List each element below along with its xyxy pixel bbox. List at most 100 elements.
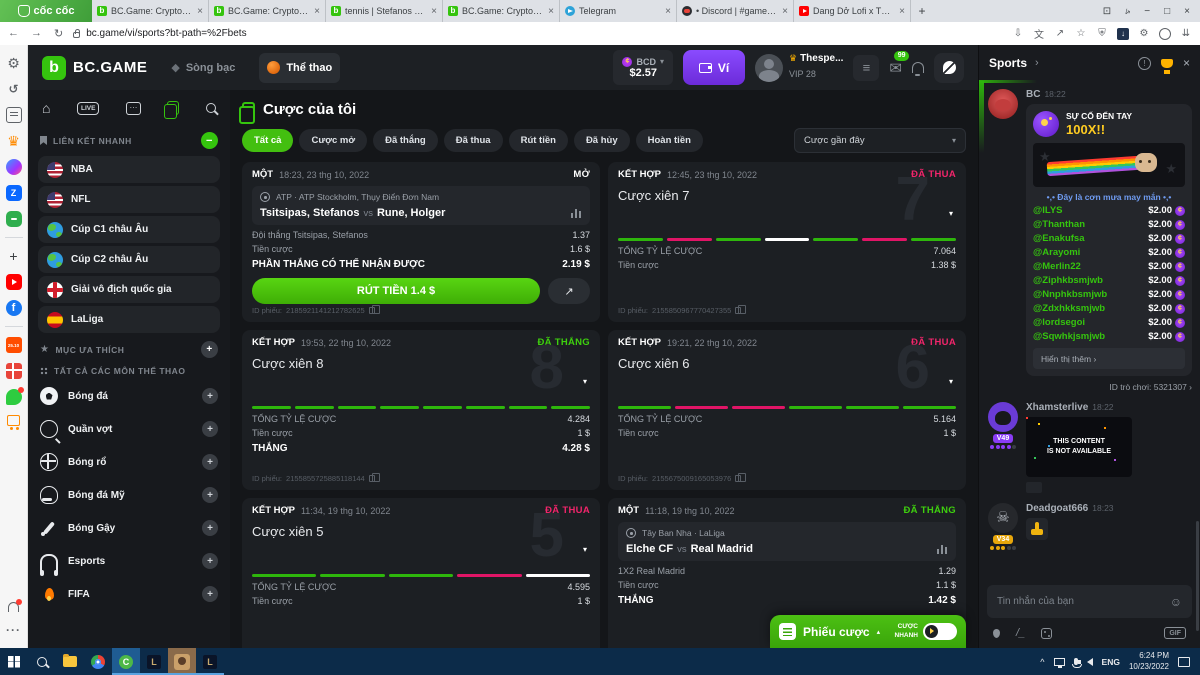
chat-input[interactable]: Tin nhắn của bạn ☺	[987, 585, 1192, 618]
hidden-icons-caret[interactable]: ^	[1040, 657, 1044, 667]
edgebar-icon[interactable]	[8, 602, 19, 612]
action-center-icon[interactable]	[1178, 657, 1190, 667]
maximize-button[interactable]: □	[1164, 6, 1170, 17]
nav-casino[interactable]: ◆ Sòng bạc	[163, 53, 243, 83]
chevron-right-icon[interactable]: ›	[1035, 57, 1039, 69]
edgebar-icon[interactable]	[6, 107, 22, 123]
collapse-minus-button[interactable]: −	[201, 132, 218, 149]
add-favorite-button[interactable]: +	[201, 341, 218, 358]
bet-card-combo[interactable]: KẾT HỢP 19:53, 22 thg 10, 2022 ĐÃ THẮNG …	[242, 330, 600, 490]
rain-user-name[interactable]: @lordsegoi	[1033, 317, 1085, 328]
edgebar-icon[interactable]	[6, 159, 22, 175]
bet-card-combo[interactable]: KẾT HỢP 19:21, 22 thg 10, 2022 ĐÃ THUA C…	[608, 330, 966, 490]
rain-user-name[interactable]: @Ziphkbsmjwb	[1033, 275, 1103, 286]
collapsed-attachment[interactable]	[1026, 482, 1042, 493]
gif-button[interactable]: GIF	[1164, 627, 1186, 639]
edgebar-icon[interactable]	[6, 81, 22, 97]
quick-bet-toggle[interactable]	[923, 623, 957, 640]
edgebar-icon[interactable]	[6, 211, 22, 227]
browser-tab[interactable]: BC.Game: Crypto Casino ×	[443, 0, 560, 22]
show-more-button[interactable]: Hiển thị thêm ›	[1033, 348, 1185, 369]
close-button[interactable]: ×	[1184, 6, 1190, 17]
bcgame-logo[interactable]: b BC.GAME	[42, 56, 147, 80]
tab-close-icon[interactable]: ×	[899, 6, 905, 17]
event-box[interactable]: Tây Ban Nha · LaLiga Elche CF vs Real Ma…	[618, 522, 956, 561]
expand-plus-icon[interactable]: +	[202, 388, 218, 404]
avatar-user[interactable]	[988, 503, 1018, 533]
game-id-link[interactable]: ID trò chơi: 5321307 ›	[1026, 382, 1192, 392]
tab-close-icon[interactable]: ×	[548, 6, 554, 17]
edgebar-icon[interactable]	[6, 248, 22, 264]
chevron-down-icon[interactable]: ▾	[583, 377, 587, 386]
rain-card[interactable]: SỰ CỐ ĐẾN TAY 100X!! ★ ★ •,• Đây là cơn	[1026, 104, 1192, 376]
idm-download-icon[interactable]: ↓	[1117, 28, 1129, 40]
edgebar-icon[interactable]	[6, 622, 22, 638]
dice-icon[interactable]	[1041, 628, 1052, 639]
search-icon[interactable]	[206, 103, 216, 113]
edgebar-icon[interactable]	[6, 436, 22, 602]
chat-close-icon[interactable]: ×	[1183, 56, 1190, 70]
filter-chip[interactable]: Cược mở	[299, 129, 367, 152]
browser-tab[interactable]: BC.Game: Crypto Casino ×	[92, 0, 209, 22]
stats-icon[interactable]	[937, 545, 948, 554]
expand-plus-icon[interactable]: +	[202, 421, 218, 437]
combo-box[interactable]: Cược xiên 5 5 ▾	[252, 521, 590, 577]
browser-tab[interactable]: Dang Dở Lofi x Thời tình ×	[794, 0, 911, 22]
copy-icon[interactable]	[735, 475, 741, 482]
rain-user-name[interactable]: @Zdxhkksmjwb	[1033, 303, 1105, 314]
edgebar-icon[interactable]	[5, 326, 23, 327]
minimize-button[interactable]: −	[1144, 6, 1150, 17]
restore-tab-icon[interactable]: ⭟	[1125, 6, 1130, 17]
avatar-user[interactable]	[988, 402, 1018, 432]
download-page-icon[interactable]: ⇩	[1012, 28, 1024, 40]
volume-icon[interactable]	[1087, 658, 1093, 666]
sport-item[interactable]: Quần vợt +	[40, 416, 218, 442]
tab-search-icon[interactable]: ⊡	[1103, 6, 1111, 17]
start-button[interactable]	[0, 648, 28, 675]
language-indicator[interactable]: ENG	[1102, 657, 1120, 667]
quick-link-item[interactable]: Cúp C1 châu Âu	[38, 216, 220, 243]
back-icon[interactable]: ←	[8, 27, 19, 40]
my-bets-icon[interactable]	[167, 101, 179, 115]
filter-chip[interactable]: Đã thua	[444, 129, 503, 152]
mail-icon[interactable]: ✉99	[889, 59, 902, 77]
tab-close-icon[interactable]: ×	[314, 6, 320, 17]
chat-toggle-icon[interactable]	[934, 53, 964, 83]
quick-link-item[interactable]: NBA	[38, 156, 220, 183]
filter-chip[interactable]: Rút tiền	[509, 129, 568, 152]
edgebar-icon[interactable]	[6, 389, 22, 405]
rain-user-name[interactable]: @Nnphkbsmjwb	[1033, 289, 1107, 300]
bet-card-combo[interactable]: KẾT HỢP 12:45, 23 thg 10, 2022 ĐÃ THUA C…	[608, 162, 966, 322]
active-app-icon[interactable]	[168, 648, 196, 675]
sort-dropdown[interactable]: Cược gần đây ▾	[794, 128, 966, 153]
event-box[interactable]: ATP · ATP Stockholm, Thụy Điển Đơn Nam T…	[252, 186, 590, 225]
file-explorer-icon[interactable]	[56, 648, 84, 675]
edgebar-icon[interactable]	[6, 300, 22, 316]
sport-item[interactable]: Bóng đá Mỹ +	[40, 482, 218, 508]
tab-close-icon[interactable]: ×	[665, 6, 671, 17]
rain-tip-icon[interactable]	[993, 629, 1000, 638]
sport-item[interactable]: Bóng Gậy +	[40, 515, 218, 541]
stats-icon[interactable]	[571, 209, 582, 218]
translate-icon[interactable]: 文	[1033, 28, 1045, 40]
forward-icon[interactable]: →	[31, 27, 42, 40]
url-text[interactable]: bc.game/vi/sports?bt-path=%2Fbets	[86, 28, 246, 39]
currency-selector[interactable]: ¢ BCD ▾ $2.57	[613, 50, 673, 85]
chevron-down-icon[interactable]: ▾	[583, 545, 587, 554]
combo-box[interactable]: Cược xiên 7 7 ▾	[618, 185, 956, 241]
expand-plus-icon[interactable]: +	[202, 454, 218, 470]
expand-plus-icon[interactable]: +	[202, 487, 218, 503]
share-bet-button[interactable]: ↗	[548, 278, 590, 304]
home-icon[interactable]: ⌂	[42, 100, 50, 116]
tab-close-icon[interactable]: ×	[431, 6, 437, 17]
copy-icon[interactable]	[735, 307, 741, 314]
edgebar-icon[interactable]	[6, 185, 22, 201]
chat-channel-tab[interactable]: Sports	[989, 56, 1027, 70]
bet-card-single[interactable]: MỘT 18:23, 23 thg 10, 2022 MỞ ATP · ATP …	[242, 162, 600, 322]
rain-user-name[interactable]: @Arayomi	[1033, 247, 1080, 258]
chrome-icon[interactable]	[84, 648, 112, 675]
filter-chip[interactable]: Hoàn tiền	[636, 129, 703, 152]
combo-box[interactable]: Cược xiên 8 8 ▾	[252, 353, 590, 409]
quick-link-item[interactable]: NFL	[38, 186, 220, 213]
league-client-icon[interactable]: L	[196, 648, 224, 675]
